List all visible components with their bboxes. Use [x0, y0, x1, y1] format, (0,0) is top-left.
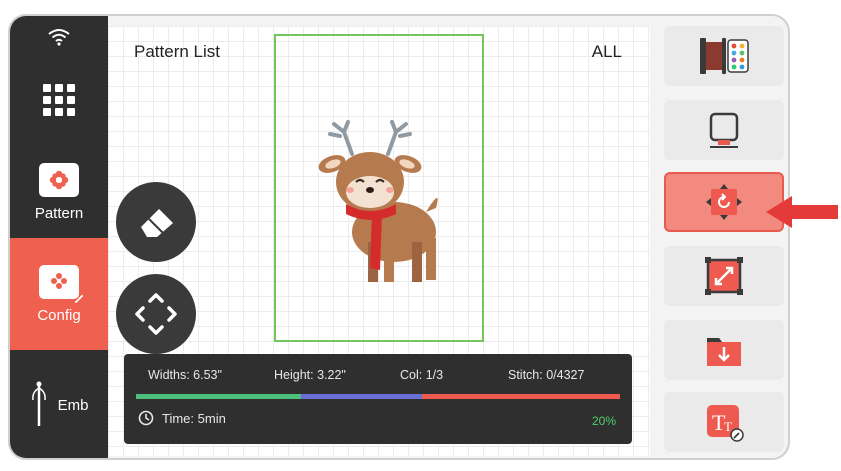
- embroidery-device-screen: Pattern Config Emb Pattern List ALL Widt…: [8, 14, 790, 460]
- color-count: Col: 1/3: [400, 368, 444, 382]
- progress-segment: [136, 394, 301, 399]
- sidebar-item-pattern[interactable]: Pattern: [10, 146, 108, 238]
- needle-icon: [31, 381, 46, 426]
- pattern-icon: [39, 162, 79, 197]
- resize-icon: [705, 257, 743, 295]
- filter-all[interactable]: ALL: [592, 42, 622, 62]
- hoop-button[interactable]: [664, 100, 784, 160]
- eraser-icon: [141, 209, 173, 237]
- progress-percent: 20%: [591, 414, 616, 428]
- time-value: Time: 5min: [162, 410, 226, 426]
- width-value: Widths: 6.53": [148, 368, 222, 382]
- progress-segment: [300, 394, 422, 399]
- resize-button[interactable]: [664, 246, 784, 306]
- reindeer-pattern-image[interactable]: [276, 36, 482, 340]
- text-edit-icon: T T: [707, 405, 744, 442]
- height-value: Height: 3.22": [274, 368, 346, 382]
- import-button[interactable]: [664, 320, 784, 380]
- sidebar-item-label: Emb: [57, 396, 89, 414]
- config-icon: [39, 264, 85, 305]
- right-toolbar: T T: [658, 16, 788, 458]
- move-button[interactable]: [116, 274, 196, 354]
- sidebar-item-label: Config: [37, 306, 81, 324]
- progress-bar: [136, 394, 620, 399]
- move-arrows-icon: [135, 293, 177, 335]
- page-title: Pattern List: [134, 42, 220, 61]
- apps-grid-icon[interactable]: [10, 60, 108, 140]
- thread-color-button[interactable]: [664, 26, 784, 86]
- clock-icon: [138, 410, 154, 426]
- text-button[interactable]: T T: [664, 392, 784, 452]
- progress-segment: [421, 394, 620, 399]
- left-sidebar: Pattern Config Emb: [10, 16, 108, 458]
- pointer-arrow-icon: [766, 196, 838, 228]
- thread-color-icon: [700, 38, 749, 74]
- hoop-frame[interactable]: [274, 34, 484, 342]
- stitch-count: Stitch: 0/4327: [508, 368, 585, 382]
- rotate-icon: [706, 184, 742, 220]
- sidebar-item-config[interactable]: Config: [10, 238, 108, 350]
- import-folder-icon: [707, 338, 741, 366]
- wifi-icon[interactable]: [10, 22, 108, 52]
- sidebar-item-label: Pattern: [34, 204, 84, 222]
- pattern-canvas: Pattern List ALL Widths: 6.53" Height: 3…: [108, 26, 650, 456]
- svg-text:T: T: [724, 419, 732, 434]
- sidebar-item-emb[interactable]: Emb: [10, 350, 108, 458]
- hoop-icon: [709, 112, 739, 148]
- eraser-button[interactable]: [116, 182, 196, 262]
- pattern-info-bar: Widths: 6.53" Height: 3.22" Col: 1/3 Sti…: [124, 354, 632, 444]
